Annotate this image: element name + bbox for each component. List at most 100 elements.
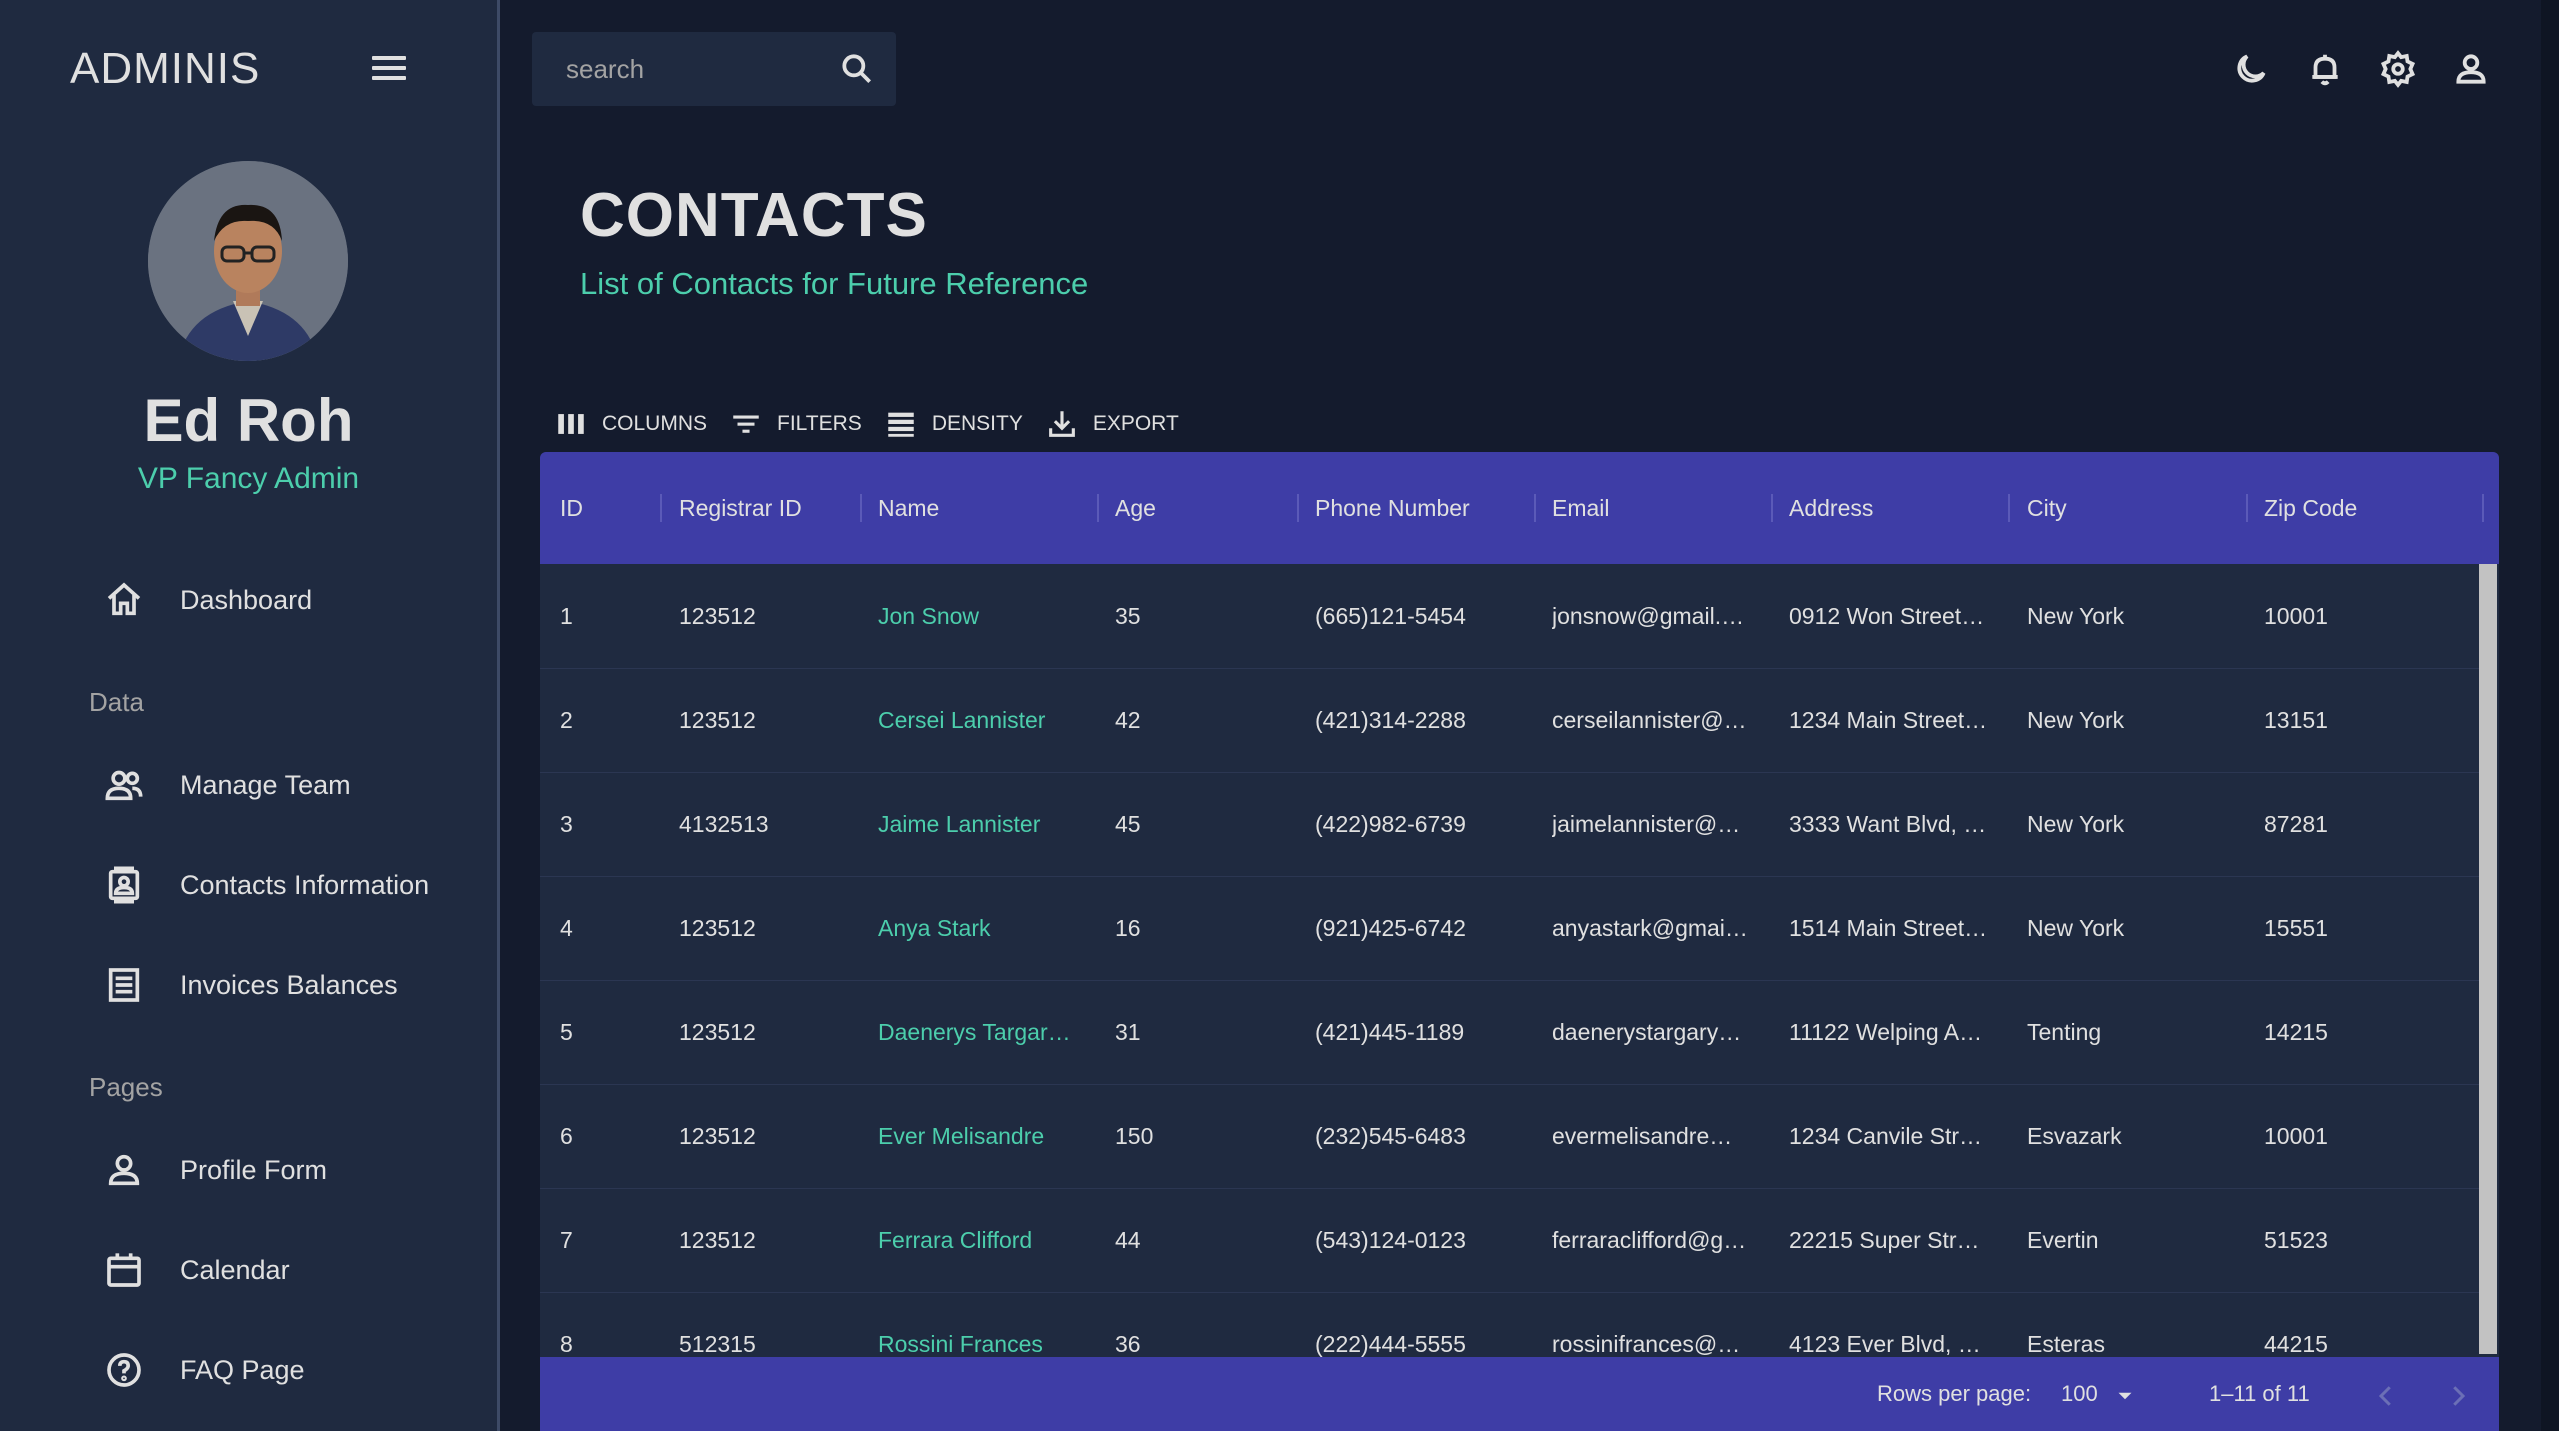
menu-toggle-icon[interactable] (372, 56, 406, 86)
search-icon[interactable] (838, 50, 876, 88)
person-icon (100, 1146, 148, 1194)
sidebar-item-label: Contacts Information (180, 869, 430, 900)
cell-zip: 15551 (2264, 915, 2328, 941)
column-header-address[interactable]: Address (1789, 452, 1873, 564)
column-separator[interactable] (860, 494, 862, 522)
sidebar-item-contacts[interactable]: Contacts Information (100, 855, 429, 915)
grid-scrollbar[interactable] (2479, 564, 2497, 1354)
cell-city: Esvazark (2027, 1123, 2122, 1149)
contacts-grid: ID Registrar ID Name Age Phone Number Em… (540, 452, 2499, 1431)
sidebar-item-faq[interactable]: FAQ Page (100, 1340, 305, 1400)
sidebar-item-manage-team[interactable]: Manage Team (100, 755, 351, 815)
cell-name: Anya Stark (878, 915, 991, 941)
settings-icon[interactable] (2379, 50, 2417, 88)
cell-age: 44 (1115, 1227, 1141, 1253)
table-row[interactable]: 1 123512 Jon Snow 35 (665)121-5454 jonsnow@gm… (540, 564, 2479, 669)
calendar-icon (100, 1246, 148, 1294)
cell-address: 1234 Main Street,… (1789, 707, 1989, 733)
column-separator[interactable] (1534, 494, 1536, 522)
density-button[interactable]: DENSITY (884, 407, 1023, 441)
sidebar-section-pages: Pages (89, 1072, 163, 1102)
table-row[interactable]: 6 123512 Ever Melisandre 150 (232)545-6483 ev… (540, 1084, 2479, 1189)
cell-zip: 10001 (2264, 603, 2328, 629)
column-header-city[interactable]: City (2027, 452, 2067, 564)
column-separator[interactable] (2482, 494, 2484, 522)
page-title: CONTACTS (580, 181, 928, 250)
sidebar-item-dashboard[interactable]: Dashboard (100, 570, 312, 630)
column-header-age[interactable]: Age (1115, 452, 1156, 564)
cell-registrar-id: 123512 (679, 707, 756, 733)
sidebar-item-profile-form[interactable]: Profile Form (100, 1140, 327, 1200)
notifications-icon[interactable] (2306, 50, 2344, 88)
sidebar-item-label: Calendar (180, 1254, 290, 1285)
cell-registrar-id: 123512 (679, 1123, 756, 1149)
column-header-zip[interactable]: Zip Code (2264, 452, 2357, 564)
dark-mode-icon[interactable] (2232, 50, 2270, 88)
cell-email: cerseilannister@… (1552, 707, 1747, 733)
column-header-name[interactable]: Name (878, 452, 939, 564)
column-separator[interactable] (1097, 494, 1099, 522)
column-separator[interactable] (1297, 494, 1299, 522)
column-separator[interactable] (660, 494, 662, 522)
previous-page-icon[interactable] (2371, 1381, 2401, 1416)
cell-age: 35 (1115, 603, 1141, 629)
cell-registrar-id: 4132513 (679, 811, 769, 837)
column-separator[interactable] (2008, 494, 2010, 522)
chevron-down-icon[interactable] (2112, 1383, 2138, 1414)
column-header-id[interactable]: ID (560, 452, 583, 564)
cell-zip: 14215 (2264, 1019, 2328, 1045)
cell-age: 31 (1115, 1019, 1141, 1045)
cell-registrar-id: 123512 (679, 915, 756, 941)
column-header-phone[interactable]: Phone Number (1315, 452, 1470, 564)
next-page-icon[interactable] (2443, 1381, 2473, 1416)
contacts-icon (100, 861, 148, 909)
cell-email: ferraraclifford@g… (1552, 1227, 1747, 1253)
columns-button[interactable]: COLUMNS (554, 407, 707, 441)
user-name: Ed Roh (143, 387, 354, 454)
profile-icon[interactable] (2452, 50, 2490, 88)
column-separator[interactable] (1771, 494, 1773, 522)
search-input[interactable] (564, 52, 818, 86)
window-edge (2541, 0, 2559, 1431)
page-subtitle: List of Contacts for Future Reference (580, 266, 1089, 301)
cell-name: Daenerys Targary… (878, 1019, 1078, 1045)
cell-zip: 13151 (2264, 707, 2328, 733)
grid-footer: Rows per page: 100 1–11 of 11 (540, 1357, 2499, 1431)
grid-toolbar: COLUMNS FILTERS DENSITY EXPORT (554, 402, 1201, 446)
cell-address: 11122 Welping A… (1789, 1019, 1983, 1045)
cell-zip: 10001 (2264, 1123, 2328, 1149)
home-icon (100, 576, 148, 624)
export-label: EXPORT (1092, 412, 1179, 435)
sidebar-item-calendar[interactable]: Calendar (100, 1240, 290, 1300)
cell-id: 1 (560, 603, 573, 629)
rows-per-page-select[interactable]: 100 (2061, 1381, 2098, 1407)
table-row[interactable]: 7 123512 Ferrara Clifford 44 (543)124-0123 fe… (540, 1188, 2479, 1293)
export-button[interactable]: EXPORT (1045, 407, 1179, 441)
table-row[interactable]: 4 123512 Anya Stark 16 (921)425-6742 anyastar… (540, 876, 2479, 981)
sidebar-item-invoices[interactable]: Invoices Balances (100, 955, 398, 1015)
cell-name: Cersei Lannister (878, 707, 1046, 733)
sidebar-item-label: FAQ Page (180, 1354, 305, 1385)
table-row[interactable]: 3 4132513 Jaime Lannister 45 (422)982-6739 ja… (540, 772, 2479, 877)
cell-city: Evertin (2027, 1227, 2099, 1253)
cell-name: Jaime Lannister (878, 811, 1041, 837)
filters-button[interactable]: FILTERS (729, 407, 862, 441)
cell-phone: (421)445-1189 (1315, 1019, 1465, 1045)
search-bar (532, 32, 896, 106)
sidebar-item-label: Profile Form (180, 1154, 328, 1185)
column-separator[interactable] (2246, 494, 2248, 522)
column-header-email[interactable]: Email (1552, 452, 1610, 564)
avatar (148, 161, 348, 361)
cell-email: jaimelannister@… (1552, 811, 1741, 837)
table-row[interactable]: 2 123512 Cersei Lannister 42 (421)314-2288 ce… (540, 668, 2479, 773)
grid-header: ID Registrar ID Name Age Phone Number Em… (540, 452, 2499, 564)
filter-icon (733, 415, 759, 433)
density-label: DENSITY (931, 412, 1023, 435)
sidebar-item-label: Dashboard (180, 584, 313, 615)
receipt-icon (100, 961, 148, 1009)
cell-zip: 87281 (2264, 811, 2328, 837)
cell-phone: (665)121-5454 (1315, 603, 1466, 629)
cell-email: jonsnow@gmail.… (1552, 603, 1745, 629)
table-row[interactable]: 5 123512 Daenerys Targary… 31 (421)445-1189 d… (540, 980, 2479, 1085)
column-header-registrar-id[interactable]: Registrar ID (679, 452, 802, 564)
